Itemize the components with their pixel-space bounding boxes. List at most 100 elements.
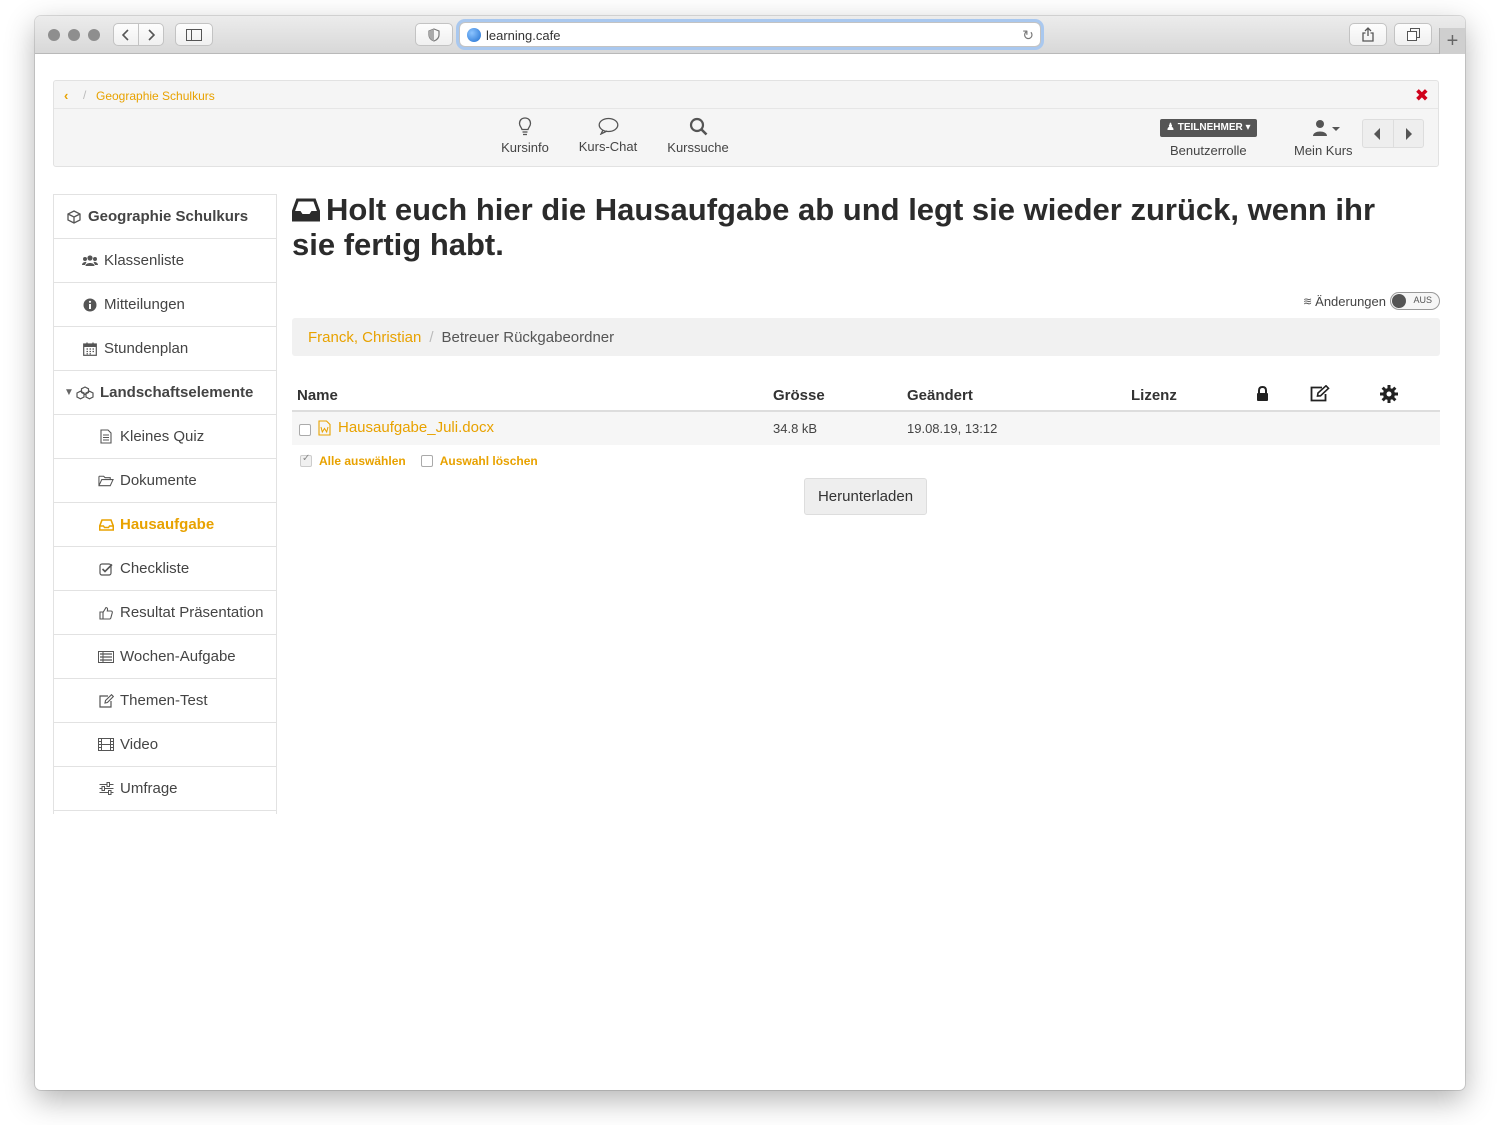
tool-kursinfo[interactable]: Kursinfo: [500, 117, 550, 155]
back-chevron-icon[interactable]: ‹: [64, 88, 68, 103]
changes-subscription: ≋ Änderungen AUS: [1303, 292, 1440, 310]
info-circle-icon: [82, 298, 98, 312]
globe-icon: [467, 28, 481, 42]
breadcrumb-separator: /: [83, 88, 87, 102]
edit-icon: [1310, 384, 1330, 406]
privacy-shield-button[interactable]: [415, 23, 453, 46]
back-button[interactable]: [113, 23, 139, 46]
sidebar-item-mitteilungen[interactable]: Mitteilungen: [54, 283, 276, 327]
column-license[interactable]: Lizenz: [1131, 387, 1177, 404]
sidebar-item-label: Themen-Test: [120, 692, 208, 709]
tool-kurs-chat-label: Kurs-Chat: [578, 139, 638, 154]
reload-icon[interactable]: ↻: [1022, 27, 1034, 44]
sidebar-item-hausaufgabe[interactable]: Hausaufgabe: [54, 503, 276, 547]
sidebar-item-checkliste[interactable]: Checkliste: [54, 547, 276, 591]
sidebar-item-umfrage[interactable]: Umfrage: [54, 767, 276, 811]
minimize-window-button[interactable]: [68, 29, 80, 41]
shield-icon: [428, 27, 440, 42]
my-course-menu[interactable]: [1312, 119, 1342, 142]
sidebar-item-label: Hausaufgabe: [120, 516, 215, 533]
film-icon: [98, 738, 114, 751]
thumbs-up-icon: [98, 606, 114, 620]
sidebar-item-label: Checkliste: [120, 560, 190, 577]
column-size[interactable]: Grösse: [773, 387, 825, 404]
page-title-text: Holt euch hier die Hausaufgabe ab und le…: [292, 192, 1376, 262]
sidebar-item-resultat-praesentation[interactable]: Resultat Präsentation: [54, 591, 276, 635]
tool-kursinfo-label: Kursinfo: [501, 140, 549, 155]
checkbox-icon: [98, 562, 114, 576]
sidebar-item-landschaftselemente[interactable]: ▼ Landschaftselemente: [54, 371, 276, 415]
sidebar-item-themen-test[interactable]: Themen-Test: [54, 679, 276, 723]
inbox-icon: [98, 518, 114, 531]
gear-icon: [1380, 385, 1398, 407]
users-icon: [82, 254, 98, 267]
node-pager: [1362, 119, 1424, 148]
close-course-icon[interactable]: ✖: [1415, 86, 1429, 106]
calendar-icon: [82, 342, 98, 356]
sidebar-toggle-button[interactable]: [175, 23, 213, 46]
file-link[interactable]: Hausaufgabe_Juli.docx: [338, 419, 494, 436]
changes-toggle[interactable]: AUS: [1390, 292, 1440, 310]
table-row: Hausaufgabe_Juli.docx 34.8 kB 19.08.19, …: [292, 412, 1440, 445]
column-modified[interactable]: Geändert: [907, 387, 973, 404]
clear-selection-checkbox[interactable]: [420, 455, 433, 467]
forward-button[interactable]: [138, 23, 164, 46]
breadcrumb-separator: /: [429, 328, 434, 346]
role-label: Benutzerrolle: [1170, 143, 1247, 158]
lock-icon: [1256, 385, 1269, 406]
column-name[interactable]: Name: [297, 387, 338, 404]
sidebar-item-label: Video: [120, 736, 159, 753]
tool-kurssuche[interactable]: Kurssuche: [667, 117, 729, 155]
role-dropdown[interactable]: ♟ TEILNEHMER ▾: [1160, 119, 1257, 137]
sidebar-item-label: Dokumente: [120, 472, 197, 489]
lightbulb-icon: [518, 117, 532, 136]
folder-user-link[interactable]: Franck, Christian: [308, 329, 421, 346]
previous-node-button[interactable]: [1363, 120, 1394, 147]
search-icon: [689, 117, 707, 136]
share-icon: [1362, 27, 1374, 42]
next-node-button[interactable]: [1394, 120, 1424, 147]
chat-bubble-icon: [598, 117, 618, 135]
caret-down-icon: ▾: [1245, 122, 1251, 133]
tool-kurssuche-label: Kurssuche: [667, 140, 729, 155]
sidebar-item-video[interactable]: Video: [54, 723, 276, 767]
select-all-checkbox[interactable]: [300, 453, 312, 467]
close-window-button[interactable]: [48, 29, 60, 41]
sidebar-item-wochen-aufgabe[interactable]: Wochen-Aufgabe: [54, 635, 276, 679]
caret-right-icon: [1405, 127, 1412, 140]
new-tab-button[interactable]: +: [1439, 28, 1465, 54]
sidebar-item-label: Resultat Präsentation: [120, 604, 264, 621]
selection-actions: Alle auswählen Auswahl löschen: [300, 453, 553, 468]
table-header: Name Grösse Geändert Lizenz: [292, 380, 1440, 412]
tool-kurs-chat[interactable]: Kurs-Chat: [578, 117, 638, 154]
user-icon: [1313, 120, 1340, 136]
select-all-link[interactable]: Alle auswählen: [319, 454, 406, 468]
row-checkbox[interactable]: [299, 422, 311, 437]
share-button[interactable]: [1349, 23, 1387, 46]
sidebar-item-course-root[interactable]: Geographie Schulkurs: [54, 195, 276, 239]
sidebar-item-label: Stundenplan: [104, 340, 189, 357]
role-badge-text: TEILNEHMER: [1177, 122, 1243, 133]
zoom-window-button[interactable]: [88, 29, 100, 41]
tabs-icon: [1406, 28, 1420, 41]
changes-label: Änderungen: [1315, 293, 1386, 309]
cube-icon: [66, 209, 82, 224]
download-button[interactable]: Herunterladen: [804, 478, 927, 515]
inbox-icon: [292, 198, 320, 222]
address-bar[interactable]: learning.cafe ↻: [459, 22, 1041, 47]
cubes-icon: [76, 385, 94, 400]
sidebar-item-dokumente[interactable]: Dokumente: [54, 459, 276, 503]
breadcrumb-course-link[interactable]: Geographie Schulkurs: [96, 89, 215, 103]
clear-selection-link[interactable]: Auswahl löschen: [440, 454, 538, 468]
word-file-icon: [318, 420, 331, 439]
sidebar-item-klassenliste[interactable]: Klassenliste: [54, 239, 276, 283]
course-menu: Geographie Schulkurs Klassenliste Mittei…: [53, 194, 277, 814]
sidebar-item-label: Klassenliste: [104, 252, 185, 269]
sidebar-item-label: Umfrage: [120, 780, 178, 797]
sidebar-item-stundenplan[interactable]: Stundenplan: [54, 327, 276, 371]
list-icon: [98, 650, 114, 663]
tabs-overview-button[interactable]: [1394, 23, 1432, 46]
caret-down-icon[interactable]: ▼: [64, 387, 74, 398]
folder-open-icon: [98, 474, 114, 487]
sidebar-item-kleines-quiz[interactable]: Kleines Quiz: [54, 415, 276, 459]
